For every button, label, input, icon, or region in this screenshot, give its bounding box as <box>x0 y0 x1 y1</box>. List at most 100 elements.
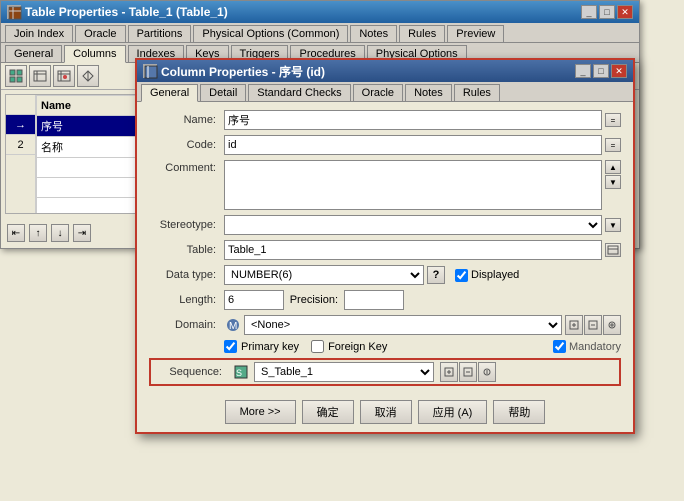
code-label: Code: <box>149 139 224 151</box>
mandatory-checkbox[interactable] <box>553 340 566 353</box>
primary-key-label: Primary key <box>241 341 299 353</box>
toolbar-btn-4[interactable] <box>77 65 99 87</box>
close-button[interactable]: ✕ <box>617 5 633 19</box>
domain-label: Domain: <box>149 319 224 331</box>
domain-select[interactable]: <None> <box>244 315 562 335</box>
nav-btn-up[interactable]: ↑ <box>29 224 47 242</box>
help-button[interactable]: 帮助 <box>493 400 545 424</box>
sequence-select[interactable]: S_Table_1 <box>254 362 434 382</box>
col-props-window: Column Properties - 序号 (id) _ □ ✕ Genera… <box>135 58 635 434</box>
name-input[interactable] <box>224 110 602 130</box>
stereotype-select[interactable] <box>224 215 602 235</box>
code-btn-1[interactable]: = <box>605 138 621 152</box>
table-row-field: Table: <box>149 240 621 260</box>
comment-btn-up[interactable]: ▲ <box>605 160 621 174</box>
length-row: Length: Precision: <box>149 290 621 310</box>
apply-button[interactable]: 应用 (A) <box>418 400 488 424</box>
pk-checkbox-row: Primary key <box>224 340 299 353</box>
col-tab-notes[interactable]: Notes <box>405 84 452 101</box>
primary-key-checkbox[interactable] <box>224 340 237 353</box>
tab-physical-options-common[interactable]: Physical Options (Common) <box>193 25 348 42</box>
col-title-bar-buttons: _ □ ✕ <box>575 64 627 78</box>
toolbar-btn-3[interactable] <box>53 65 75 87</box>
row-indicator: → 2 <box>6 95 36 213</box>
displayed-checkbox[interactable] <box>455 269 468 282</box>
table-right-btns <box>605 243 621 257</box>
comment-btn-down[interactable]: ▼ <box>605 175 621 189</box>
foreign-key-checkbox[interactable] <box>311 340 324 353</box>
col-tab-detail[interactable]: Detail <box>200 84 246 101</box>
col-maximize-button[interactable]: □ <box>593 64 609 78</box>
domain-btn-3[interactable] <box>603 315 621 335</box>
cancel-button[interactable]: 取消 <box>360 400 412 424</box>
col-tab-standard-checks[interactable]: Standard Checks <box>248 84 350 101</box>
domain-icon-btns <box>565 315 621 335</box>
tab-general[interactable]: General <box>5 45 62 62</box>
tab-rules[interactable]: Rules <box>399 25 445 42</box>
stereotype-dropdown-icon[interactable]: ▼ <box>605 218 621 232</box>
col-tab-rules[interactable]: Rules <box>454 84 500 101</box>
sequence-icon-btns <box>440 362 496 382</box>
comment-input[interactable] <box>224 160 602 210</box>
svg-text:S: S <box>236 368 242 378</box>
sequence-row: Sequence: S S_Table_1 <box>149 358 621 386</box>
title-bar-buttons: _ □ ✕ <box>581 5 633 19</box>
table-props-title: Table Properties - Table_1 (Table_1) <box>25 5 228 19</box>
tab-row-1: Join Index Oracle Partitions Physical Op… <box>1 23 639 43</box>
name-btn-1[interactable]: = <box>605 113 621 127</box>
col-tab-general[interactable]: General <box>141 84 198 102</box>
minimize-button[interactable]: _ <box>581 5 597 19</box>
table-btn-1[interactable] <box>605 243 621 257</box>
table-input[interactable] <box>224 240 602 260</box>
table-icon <box>7 5 21 19</box>
comment-label: Comment: <box>149 160 224 174</box>
nav-btn-first[interactable]: ⇤ <box>7 224 25 242</box>
tab-preview[interactable]: Preview <box>447 25 504 42</box>
tab-columns[interactable]: Columns <box>64 45 125 63</box>
precision-input[interactable] <box>344 290 404 310</box>
foreign-key-label: Foreign Key <box>328 341 387 353</box>
tab-partitions[interactable]: Partitions <box>128 25 192 42</box>
row-indicator-2[interactable]: 2 <box>6 135 35 155</box>
code-input[interactable] <box>224 135 602 155</box>
sequence-label: Sequence: <box>155 366 230 378</box>
col-tab-row: General Detail Standard Checks Oracle No… <box>137 82 633 102</box>
toolbar-btn-1[interactable] <box>5 65 27 87</box>
pk-fk-row: Primary key Foreign Key Mandatory <box>149 340 621 353</box>
displayed-check-row: Displayed <box>455 269 519 282</box>
nav-btn-last[interactable]: ⇥ <box>73 224 91 242</box>
code-right-btns: = <box>605 138 621 152</box>
displayed-label: Displayed <box>471 269 519 281</box>
row-indicator-header <box>6 95 35 115</box>
stereotype-row: Stereotype: ▼ <box>149 215 621 235</box>
name-row: Name: = <box>149 110 621 130</box>
length-input[interactable] <box>224 290 284 310</box>
domain-btn-2[interactable] <box>584 315 602 335</box>
tab-oracle[interactable]: Oracle <box>75 25 125 42</box>
domain-row: Domain: M <None> <box>149 315 621 335</box>
mandatory-check-row: Mandatory <box>553 340 621 353</box>
precision-label: Precision: <box>284 294 344 306</box>
col-props-title-bar: Column Properties - 序号 (id) _ □ ✕ <box>137 60 633 82</box>
comment-right-btns: ▲ ▼ <box>605 160 621 189</box>
row-indicator-1[interactable]: → <box>6 115 35 135</box>
sequence-btn-1[interactable] <box>440 362 458 382</box>
help-icon-btn[interactable]: ? <box>427 266 445 284</box>
nav-btn-down[interactable]: ↓ <box>51 224 69 242</box>
maximize-button[interactable]: □ <box>599 5 615 19</box>
tab-notes[interactable]: Notes <box>350 25 397 42</box>
domain-btn-1[interactable] <box>565 315 583 335</box>
more-button[interactable]: More >> <box>225 400 296 424</box>
sequence-btn-3[interactable] <box>478 362 496 382</box>
right-checks: Displayed <box>455 269 519 282</box>
col-minimize-button[interactable]: _ <box>575 64 591 78</box>
datatype-select[interactable]: NUMBER(6) <box>224 265 424 285</box>
col-close-button[interactable]: ✕ <box>611 64 627 78</box>
ok-button[interactable]: 确定 <box>302 400 354 424</box>
tab-join-index[interactable]: Join Index <box>5 25 73 42</box>
length-label: Length: <box>149 294 224 306</box>
datatype-row: Data type: NUMBER(6) ? Displayed <box>149 265 621 285</box>
toolbar-btn-2[interactable] <box>29 65 51 87</box>
col-tab-oracle[interactable]: Oracle <box>353 84 403 101</box>
sequence-btn-2[interactable] <box>459 362 477 382</box>
